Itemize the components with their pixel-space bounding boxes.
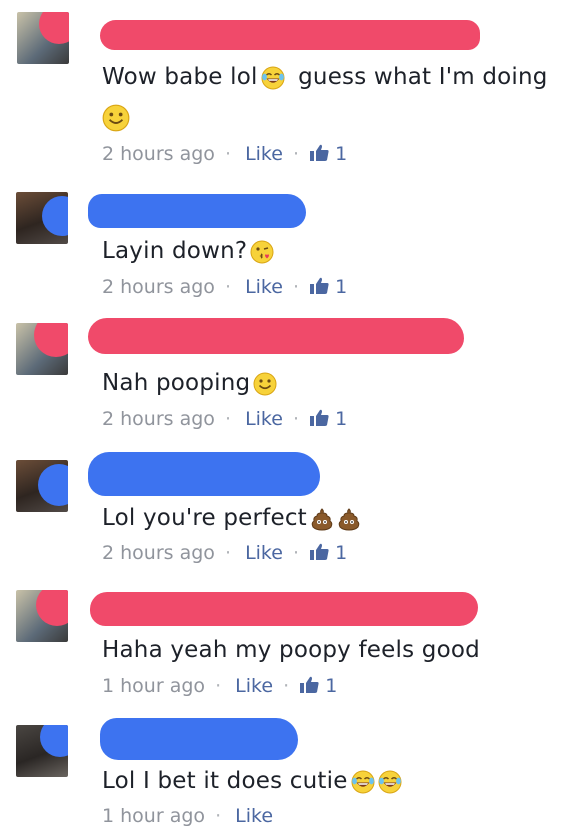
poop-icon xyxy=(311,508,333,530)
timestamp: 1 hour ago xyxy=(102,805,206,827)
thumbs-up-icon xyxy=(310,144,329,161)
name-redaction xyxy=(88,318,464,354)
thumbs-up-icon xyxy=(310,543,329,560)
like-button[interactable]: Like xyxy=(245,276,283,298)
avatar[interactable] xyxy=(16,323,68,375)
poop-icon xyxy=(338,508,360,530)
joy-icon xyxy=(260,65,285,90)
like-button[interactable]: Like xyxy=(245,542,283,564)
like-button[interactable]: Like xyxy=(245,143,283,165)
comment-meta: 2 hours ago · Like · 1 xyxy=(102,143,348,165)
joy-icon xyxy=(350,769,375,794)
comment-meta: 2 hours ago · Like · 1 xyxy=(102,408,348,430)
like-count[interactable]: 1 xyxy=(335,276,347,298)
thumbs-up-icon xyxy=(300,676,319,693)
avatar[interactable] xyxy=(17,12,69,64)
joy-icon xyxy=(377,769,402,794)
name-redaction xyxy=(100,20,480,50)
comment-text: Lol I bet it does cutie xyxy=(102,768,402,794)
name-redaction xyxy=(100,718,298,760)
timestamp: 2 hours ago xyxy=(102,542,215,564)
comment-text: Wow babe lol guess what I'm doing xyxy=(102,64,548,90)
comment-text: Haha yeah my poopy feels good xyxy=(102,637,480,663)
avatar[interactable] xyxy=(16,192,68,244)
like-count[interactable]: 1 xyxy=(335,143,347,165)
like-count[interactable]: 1 xyxy=(335,408,347,430)
like-count[interactable]: 1 xyxy=(335,542,347,564)
timestamp: 2 hours ago xyxy=(102,408,215,430)
timestamp: 2 hours ago xyxy=(102,143,215,165)
comment-meta: 1 hour ago · Like xyxy=(102,805,274,827)
like-button[interactable]: Like xyxy=(245,408,283,430)
comment-meta: 1 hour ago · Like · 1 xyxy=(102,675,338,697)
avatar[interactable] xyxy=(16,590,68,642)
thumbs-up-icon xyxy=(310,409,329,426)
timestamp: 1 hour ago xyxy=(102,675,206,697)
smile-icon xyxy=(102,104,130,132)
thumbs-up-icon xyxy=(310,277,329,294)
comment-meta: 2 hours ago · Like · 1 xyxy=(102,542,348,564)
avatar[interactable] xyxy=(16,460,68,512)
name-redaction xyxy=(90,592,478,626)
like-button[interactable]: Like xyxy=(235,805,273,827)
timestamp: 2 hours ago xyxy=(102,276,215,298)
comment-text: Lol you're perfect xyxy=(102,505,361,531)
avatar[interactable] xyxy=(16,725,68,777)
emoji-line xyxy=(102,104,130,132)
comment-text: Nah pooping xyxy=(102,370,278,396)
name-redaction xyxy=(88,452,320,496)
like-button[interactable]: Like xyxy=(235,675,273,697)
smile-icon xyxy=(253,371,278,396)
name-redaction xyxy=(88,194,306,228)
kissing-wink-icon xyxy=(250,239,275,264)
comment-text: Layin down? xyxy=(102,238,275,264)
like-count[interactable]: 1 xyxy=(325,675,337,697)
comment-meta: 2 hours ago · Like · 1 xyxy=(102,276,348,298)
